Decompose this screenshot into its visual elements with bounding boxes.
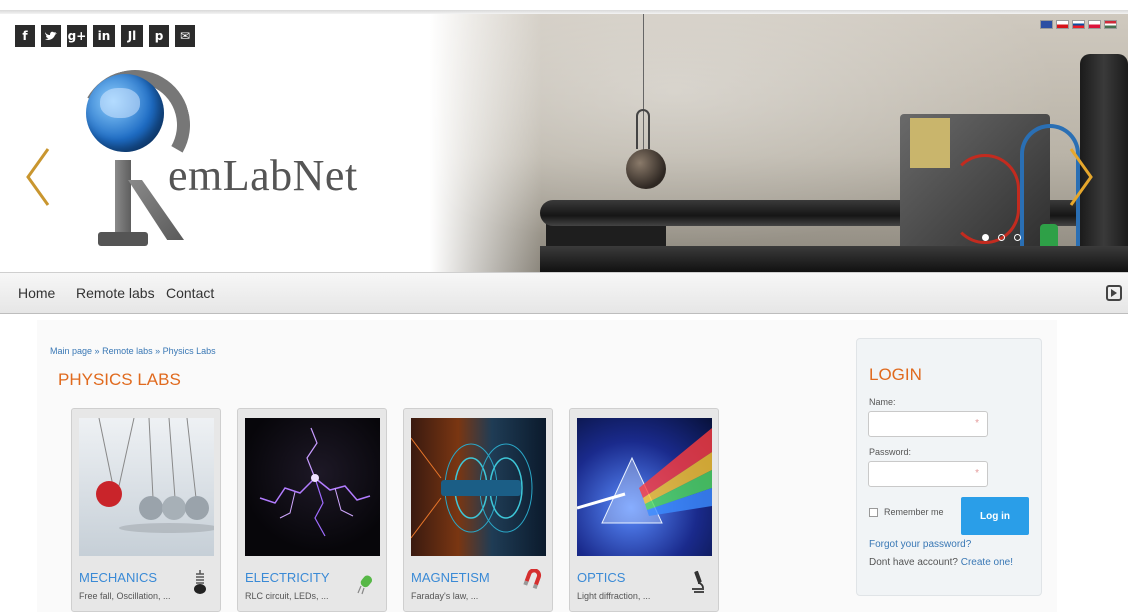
electricity-image bbox=[245, 418, 380, 556]
breadcrumb-remote-labs[interactable]: Remote labs bbox=[102, 346, 153, 356]
remember-me-label: Remember me bbox=[884, 507, 944, 517]
no-account-text: Dont have account? Create one! bbox=[869, 557, 1013, 568]
card-title: OPTICS bbox=[577, 570, 626, 585]
pinterest-icon[interactable]: p bbox=[149, 25, 169, 47]
logo-globe-icon bbox=[86, 74, 164, 152]
lab-card-mechanics[interactable]: MECHANICS Free fall, Oscillation, ... bbox=[71, 408, 221, 612]
login-title: LOGIN bbox=[869, 365, 922, 384]
breadcrumb: Main page » Remote labs » Physics Labs bbox=[50, 346, 216, 356]
lab-card-optics[interactable]: OPTICS Light diffraction, ... bbox=[569, 408, 719, 612]
email-icon[interactable]: ✉ bbox=[175, 25, 195, 47]
lab-card-magnetism[interactable]: MAGNETISM Faraday's law, ... bbox=[403, 408, 553, 612]
card-title: MAGNETISM bbox=[411, 570, 490, 585]
stumbleupon-icon[interactable]: Jl bbox=[121, 25, 143, 47]
remember-me-checkbox[interactable] bbox=[869, 507, 878, 517]
flag-slovak-icon[interactable] bbox=[1072, 20, 1085, 29]
site-logo-text[interactable]: emLabNet bbox=[168, 150, 358, 201]
facebook-icon[interactable]: f bbox=[15, 25, 35, 47]
create-account-link[interactable]: Create one! bbox=[961, 557, 1013, 568]
login-panel: LOGIN Name: * Password: * Remember me Lo… bbox=[856, 338, 1042, 596]
card-description: Free fall, Oscillation, ... bbox=[79, 591, 171, 601]
password-label: Password: bbox=[869, 447, 912, 457]
slider-prev-icon[interactable] bbox=[22, 145, 56, 209]
flag-hungarian-icon[interactable] bbox=[1104, 20, 1117, 29]
flag-czech-icon[interactable] bbox=[1056, 20, 1069, 29]
microscope-icon bbox=[692, 570, 704, 593]
optics-image bbox=[577, 418, 712, 556]
main-navigation: Home Remote labs Contact bbox=[0, 272, 1128, 314]
name-label: Name: bbox=[869, 397, 896, 407]
linkedin-icon[interactable]: in bbox=[93, 25, 115, 47]
nav-item-contact[interactable]: Contact bbox=[166, 285, 214, 301]
card-description: Light diffraction, ... bbox=[577, 591, 651, 601]
page-title: PHYSICS LABS bbox=[58, 370, 181, 389]
required-marker: * bbox=[975, 468, 979, 479]
required-marker: * bbox=[975, 418, 979, 429]
slider-dot[interactable] bbox=[1014, 234, 1021, 241]
forgot-password-link[interactable]: Forgot your password? bbox=[869, 539, 971, 550]
card-title: MECHANICS bbox=[79, 570, 158, 585]
menu-toggle-icon[interactable] bbox=[1106, 285, 1122, 301]
spring-weight-icon bbox=[194, 570, 206, 594]
magnet-icon bbox=[523, 569, 542, 590]
language-switcher bbox=[1040, 20, 1117, 29]
card-title: ELECTRICITY bbox=[245, 570, 330, 585]
name-field[interactable]: * bbox=[868, 411, 988, 437]
slider-dot[interactable] bbox=[998, 234, 1005, 241]
card-description: RLC circuit, LEDs, ... bbox=[245, 591, 329, 601]
google-plus-icon[interactable]: g+ bbox=[67, 25, 87, 47]
password-field[interactable]: * bbox=[868, 461, 988, 487]
site-header: f g+ in Jl p ✉ emLabNet bbox=[0, 0, 1128, 272]
login-button[interactable]: Log in bbox=[961, 497, 1029, 535]
twitter-icon[interactable] bbox=[41, 25, 61, 47]
slider-dots bbox=[982, 234, 1021, 241]
mechanics-image bbox=[79, 418, 214, 556]
card-description: Faraday's law, ... bbox=[411, 591, 479, 601]
breadcrumb-physics-labs[interactable]: Physics Labs bbox=[163, 346, 216, 356]
led-icon bbox=[357, 575, 373, 595]
banner-slide-image bbox=[430, 14, 1128, 272]
remember-me[interactable]: Remember me bbox=[869, 507, 944, 517]
nav-item-home[interactable]: Home bbox=[18, 285, 55, 301]
slider-next-icon[interactable] bbox=[1063, 145, 1097, 209]
nav-item-remote-labs[interactable]: Remote labs bbox=[76, 285, 155, 301]
flag-polish-icon[interactable] bbox=[1088, 20, 1101, 29]
lab-card-electricity[interactable]: ELECTRICITY RLC circuit, LEDs, ... bbox=[237, 408, 387, 612]
magnetism-image bbox=[411, 418, 546, 556]
social-links: f g+ in Jl p ✉ bbox=[15, 25, 195, 47]
breadcrumb-main-page[interactable]: Main page bbox=[50, 346, 92, 356]
slider-dot[interactable] bbox=[982, 234, 989, 241]
flag-english-icon[interactable] bbox=[1040, 20, 1053, 29]
